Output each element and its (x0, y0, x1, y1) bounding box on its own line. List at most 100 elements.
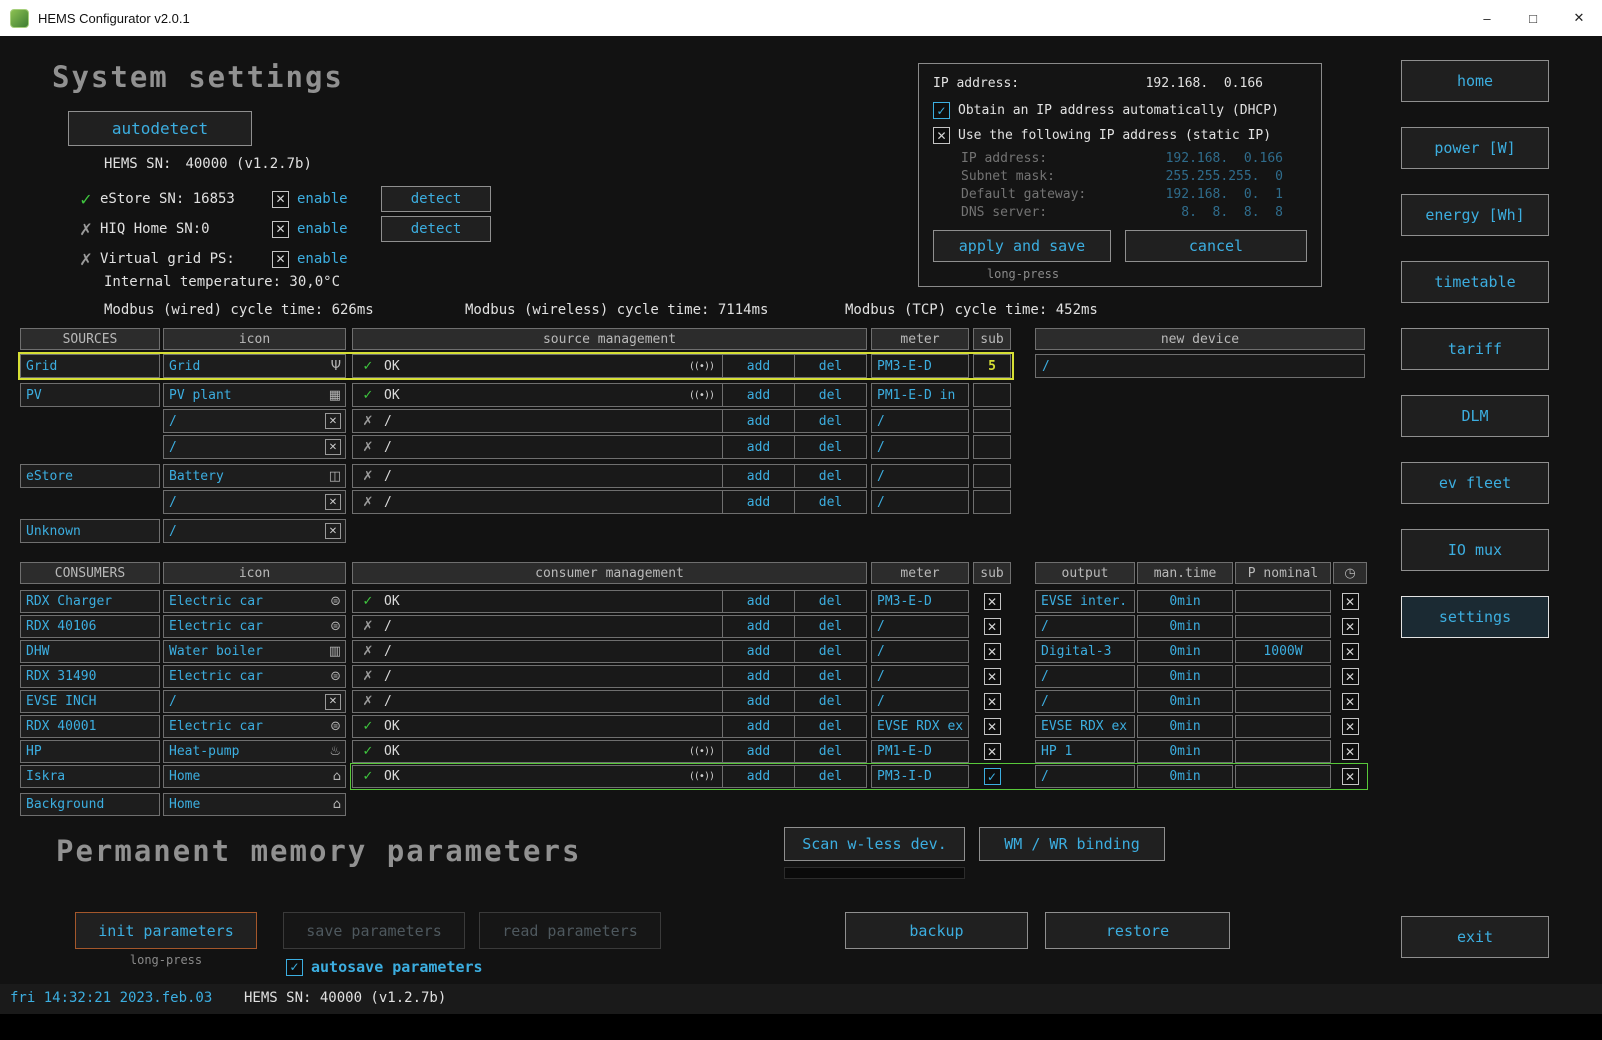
meter-cell[interactable]: / (871, 490, 969, 514)
sub-checkbox[interactable] (984, 618, 1001, 635)
source-name-cell[interactable]: Unknown (20, 519, 160, 543)
meter-cell[interactable]: PM3-E-D (871, 354, 969, 378)
output-cell[interactable]: EVSE inter. (1035, 590, 1135, 613)
p-nominal-cell[interactable] (1235, 715, 1331, 738)
save-parameters-button[interactable]: save parameters (283, 912, 465, 949)
output-cell[interactable]: EVSE RDX ex (1035, 715, 1135, 738)
timer-clear-checkbox[interactable] (1342, 593, 1359, 610)
enable-checkbox[interactable] (272, 221, 289, 238)
consumer-icon-cell[interactable]: Home ⌂ (163, 765, 346, 788)
p-nominal-cell[interactable] (1235, 690, 1331, 713)
new-device-input[interactable]: / (1035, 354, 1365, 378)
timer-clear-checkbox[interactable] (1342, 693, 1359, 710)
source-name-cell[interactable]: eStore (20, 464, 160, 488)
remove-icon[interactable]: ✕ (325, 694, 341, 710)
add-button[interactable]: add (722, 410, 794, 432)
add-button[interactable]: add (722, 741, 794, 762)
consumer-name-cell[interactable]: RDX 40106 (20, 615, 160, 638)
add-button[interactable]: add (722, 384, 794, 406)
consumer-name-cell[interactable]: Background (20, 793, 160, 816)
restore-button[interactable]: restore (1045, 912, 1230, 949)
source-name-cell[interactable]: PV (20, 383, 160, 407)
consumer-name-cell[interactable]: RDX 31490 (20, 665, 160, 688)
consumer-name-cell[interactable]: RDX 40001 (20, 715, 160, 738)
static-ip-checkbox[interactable] (933, 127, 950, 144)
consumer-icon-cell[interactable]: Electric car ⊜ (163, 590, 346, 613)
source-icon-cell[interactable]: Grid Ψ (163, 354, 346, 378)
add-button[interactable]: add (722, 436, 794, 458)
add-button[interactable]: add (722, 641, 794, 662)
sidebar-button[interactable]: ev fleet (1401, 462, 1549, 504)
sidebar-button[interactable]: home (1401, 60, 1549, 102)
del-button[interactable]: del (794, 641, 866, 662)
sub-checkbox[interactable] (984, 743, 1001, 760)
add-button[interactable]: add (722, 666, 794, 687)
del-button[interactable]: del (794, 666, 866, 687)
sub-checkbox[interactable] (984, 593, 1001, 610)
sub-cell[interactable] (973, 383, 1011, 407)
exit-button[interactable]: exit (1401, 916, 1549, 958)
detect-button[interactable]: detect (381, 186, 491, 212)
meter-cell[interactable]: / (871, 409, 969, 433)
manual-time-cell[interactable]: 0min (1137, 765, 1233, 788)
backup-button[interactable]: backup (845, 912, 1028, 949)
sidebar-button[interactable]: settings (1401, 596, 1549, 638)
timer-clear-checkbox[interactable] (1342, 768, 1359, 785)
meter-cell[interactable]: / (871, 615, 969, 638)
sub-checkbox[interactable] (984, 668, 1001, 685)
sidebar-button[interactable]: tariff (1401, 328, 1549, 370)
remove-icon[interactable]: ✕ (325, 494, 341, 510)
manual-time-cell[interactable]: 0min (1137, 615, 1233, 638)
manual-time-cell[interactable]: 0min (1137, 590, 1233, 613)
manual-time-cell[interactable]: 0min (1137, 740, 1233, 763)
consumer-name-cell[interactable]: HP (20, 740, 160, 763)
add-button[interactable]: add (722, 766, 794, 787)
close-button[interactable]: ✕ (1556, 0, 1602, 36)
enable-checkbox[interactable] (272, 251, 289, 268)
source-icon-cell[interactable]: / ✕ (163, 435, 346, 459)
output-cell[interactable]: / (1035, 615, 1135, 638)
cancel-button[interactable]: cancel (1125, 230, 1307, 262)
meter-cell[interactable]: PM3-I-D (871, 765, 969, 788)
del-button[interactable]: del (794, 465, 866, 487)
del-button[interactable]: del (794, 741, 866, 762)
sidebar-button[interactable]: power [W] (1401, 127, 1549, 169)
init-parameters-button[interactable]: init parameters (75, 912, 257, 949)
add-button[interactable]: add (722, 355, 794, 377)
sub-checkbox[interactable] (984, 693, 1001, 710)
consumer-icon-cell[interactable]: Electric car ⊜ (163, 715, 346, 738)
del-button[interactable]: del (794, 616, 866, 637)
source-icon-cell[interactable]: Battery ◫ (163, 464, 346, 488)
del-button[interactable]: del (794, 410, 866, 432)
output-cell[interactable]: HP 1 (1035, 740, 1135, 763)
meter-cell[interactable]: / (871, 690, 969, 713)
del-button[interactable]: del (794, 436, 866, 458)
sub-checkbox[interactable] (984, 768, 1001, 785)
manual-time-cell[interactable]: 0min (1137, 715, 1233, 738)
sub-checkbox[interactable] (984, 718, 1001, 735)
sidebar-button[interactable]: DLM (1401, 395, 1549, 437)
timer-clear-checkbox[interactable] (1342, 668, 1359, 685)
timer-clear-checkbox[interactable] (1342, 643, 1359, 660)
wm-wr-binding-button[interactable]: WM / WR binding (979, 827, 1165, 861)
meter-cell[interactable]: EVSE RDX ex (871, 715, 969, 738)
p-nominal-cell[interactable] (1235, 765, 1331, 788)
dhcp-checkbox[interactable] (933, 102, 950, 119)
manual-time-cell[interactable]: 0min (1137, 640, 1233, 663)
sidebar-button[interactable]: energy [Wh] (1401, 194, 1549, 236)
detect-button[interactable]: detect (381, 216, 491, 242)
del-button[interactable]: del (794, 716, 866, 737)
add-button[interactable]: add (722, 591, 794, 612)
meter-cell[interactable]: / (871, 435, 969, 459)
consumer-name-cell[interactable]: DHW (20, 640, 160, 663)
timer-clear-checkbox[interactable] (1342, 743, 1359, 760)
read-parameters-button[interactable]: read parameters (479, 912, 661, 949)
consumer-icon-cell[interactable]: Electric car ⊜ (163, 615, 346, 638)
meter-cell[interactable]: / (871, 640, 969, 663)
minimize-button[interactable]: – (1464, 0, 1510, 36)
scan-wireless-button[interactable]: Scan w-less dev. (784, 827, 965, 861)
meter-cell[interactable]: PM1-E-D in (871, 383, 969, 407)
meter-cell[interactable]: PM1-E-D (871, 740, 969, 763)
remove-icon[interactable]: ✕ (325, 439, 341, 455)
meter-cell[interactable]: / (871, 665, 969, 688)
